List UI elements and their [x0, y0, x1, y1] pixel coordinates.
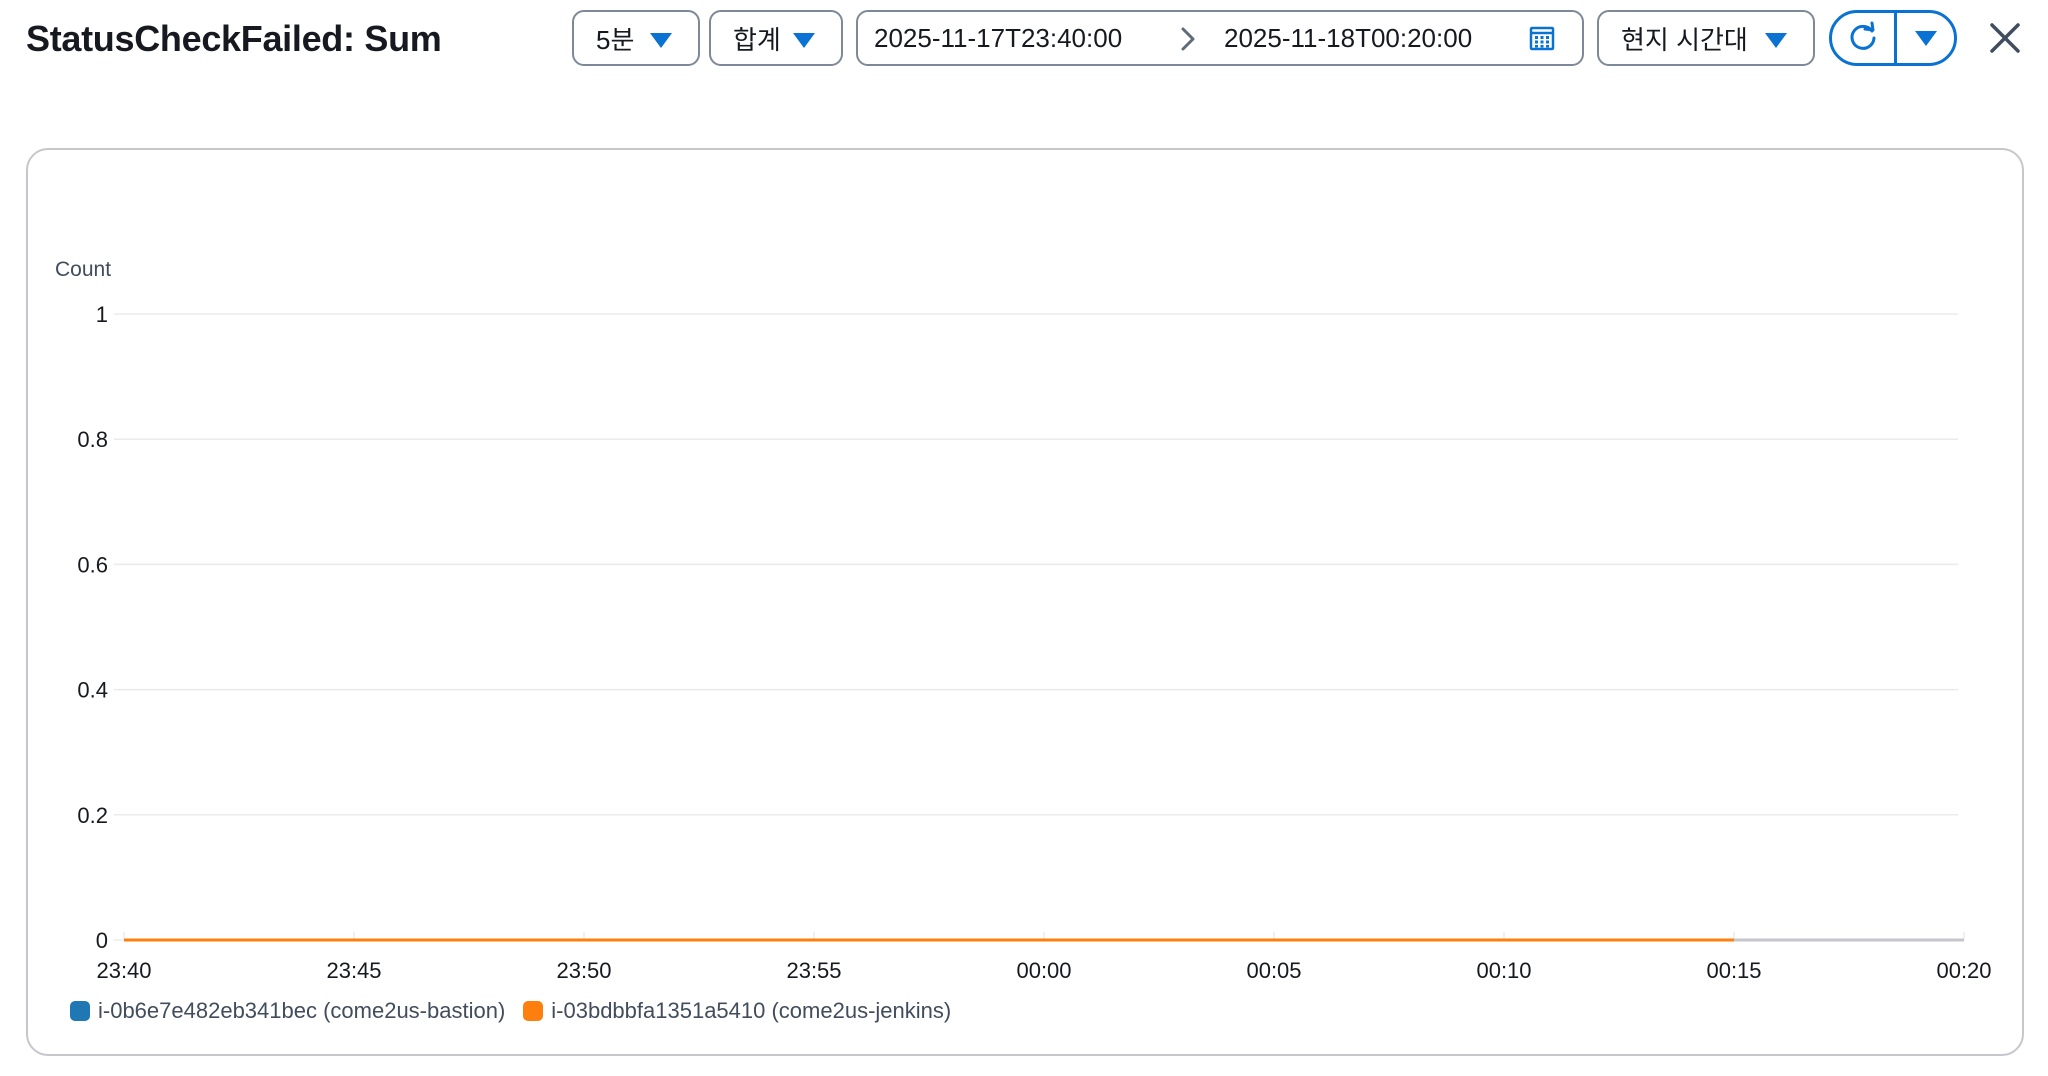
x-tick-label: 00:00 — [1016, 958, 1071, 983]
chart-legend: i-0b6e7e482eb341bec (come2us-bastion) i-0… — [70, 998, 969, 1024]
x-tick-label: 23:50 — [556, 958, 611, 983]
y-tick-label: 0.6 — [77, 552, 108, 577]
x-tick-label: 00:10 — [1476, 958, 1531, 983]
x-tick-label: 23:55 — [786, 958, 841, 983]
x-tick-label: 23:45 — [326, 958, 381, 983]
legend-swatch — [523, 1001, 544, 1021]
line-chart: Count 1 0.8 0.6 0.4 0.2 0 23:40 23:45 23:50 23:5… — [55, 258, 1992, 983]
metric-detail-view: StatusCheckFailed: Sum 5분 합계 2025-11-17T… — [0, 0, 2048, 1076]
legend-label: i-0b6e7e482eb341bec (come2us-bastion) — [98, 998, 506, 1023]
x-tick-label: 23:40 — [96, 958, 151, 983]
y-tick-label: 1 — [96, 302, 108, 327]
y-tick-label: 0.8 — [77, 427, 108, 452]
y-tick-label: 0.2 — [77, 803, 108, 828]
y-axis-label: Count — [55, 258, 111, 281]
legend-label: i-03bdbbfa1351a5410 (come2us-jenkins) — [551, 998, 952, 1023]
legend-item-2[interactable]: i-03bdbbfa1351a5410 (come2us-jenkins) — [523, 998, 951, 1024]
legend-swatch — [70, 1001, 90, 1021]
y-tick-label: 0 — [96, 928, 108, 953]
y-tick-label: 0.4 — [77, 678, 108, 703]
x-tick-label: 00:05 — [1246, 958, 1301, 983]
x-tick-label: 00:15 — [1706, 958, 1761, 983]
legend-item-1[interactable]: i-0b6e7e482eb341bec (come2us-bastion) — [70, 998, 505, 1024]
x-tick-label: 00:20 — [1936, 958, 1991, 983]
